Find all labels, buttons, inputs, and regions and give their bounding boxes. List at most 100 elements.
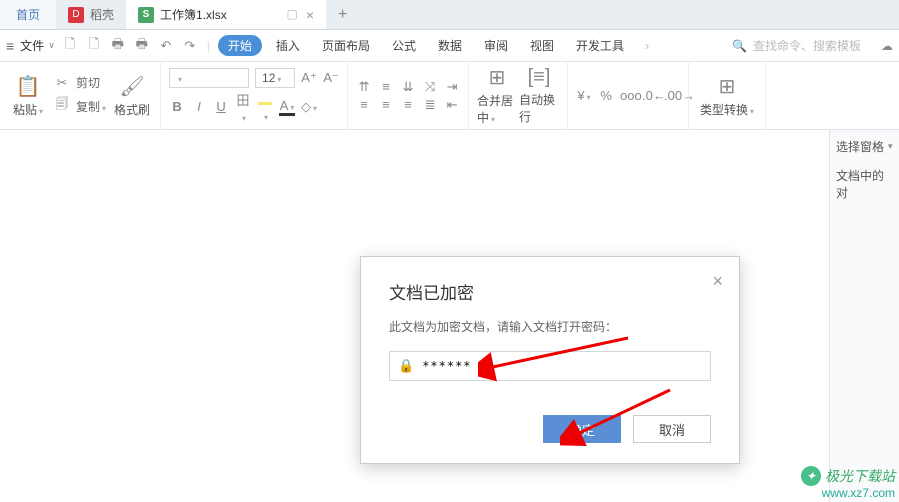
strikethrough-icon[interactable]: 田 [235, 90, 251, 124]
underline-icon[interactable]: U [213, 99, 229, 114]
copy-label: 复制 [76, 98, 106, 115]
bold-icon[interactable]: B [169, 99, 185, 114]
indent-icon[interactable]: ⇤ [444, 97, 460, 113]
search-icon: 🔍 [732, 39, 747, 53]
justify-icon[interactable]: ≣ [422, 97, 438, 113]
type-convert-button[interactable]: ⊞ 类型转换 [697, 74, 757, 118]
tab-close-icon[interactable]: × [306, 7, 314, 23]
merge-center-button[interactable]: ⊞ 合并居中 [477, 65, 517, 126]
font-size-select[interactable]: 12 [255, 68, 295, 88]
password-input[interactable] [422, 359, 702, 373]
docer-icon: D [68, 7, 84, 23]
search-placeholder: 查找命令、搜索模板 [753, 37, 861, 54]
quick-toolbar: ≡ 文件 ∨ 🗋 🗋 🖶 🖶 ↶ ↷ | 开始 插入 页面布局 公式 数据 审阅… [0, 30, 899, 62]
ribbon-tab-data[interactable]: 数据 [430, 37, 470, 54]
ribbon-tab-start[interactable]: 开始 [218, 35, 262, 56]
cloud-icon[interactable]: ☁ [881, 39, 893, 53]
new-tab-button[interactable]: + [326, 6, 359, 24]
auto-wrap-button[interactable]: [≡] 自动换行 [519, 66, 559, 125]
format-painter-label: 格式刷 [114, 101, 150, 118]
ribbon-tab-view[interactable]: 视图 [522, 37, 562, 54]
alignment-group: ⇈ ≡ ⇊ ⤨ ⇥ ≡ ≡ ≡ ≣ ⇤ [348, 62, 469, 129]
save-icon[interactable]: 🗋 [61, 35, 79, 57]
ok-button[interactable]: 确定 [543, 415, 621, 443]
decrease-font-icon[interactable]: A⁻ [323, 70, 339, 86]
tab-home[interactable]: 首页 [0, 0, 56, 29]
file-menu-label: 文件 [20, 37, 44, 54]
search-box[interactable]: 🔍 查找命令、搜索模板 [732, 37, 861, 54]
cancel-button[interactable]: 取消 [633, 415, 711, 443]
tab-file-label: 工作簿1.xlsx [160, 6, 227, 23]
ribbon-tab-review[interactable]: 审阅 [476, 37, 516, 54]
format-painter-icon: 🖌 [119, 74, 144, 99]
paste-label: 粘贴 [13, 101, 43, 118]
copy-button[interactable]: 🗐 复制 [54, 95, 106, 117]
merge-group: ⊞ 合并居中 [≡] 自动换行 [469, 62, 568, 129]
ribbon-tab-insert[interactable]: 插入 [268, 37, 308, 54]
dialog-close-button[interactable]: × [712, 271, 723, 292]
currency-icon[interactable]: ¥ [576, 88, 592, 103]
password-dialog: × 文档已加密 此文档为加密文档，请输入文档打开密码： 🔒 确定 取消 [360, 256, 740, 464]
watermark-url: www.xz7.com [801, 486, 895, 500]
clipboard-group: 📋 粘贴 ✂ 剪切 🗐 复制 🖌 格式刷 [0, 62, 161, 129]
increase-decimal-icon[interactable]: .00→ [664, 88, 680, 103]
align-top-icon[interactable]: ⇈ [356, 79, 372, 95]
format-painter-button[interactable]: 🖌 格式刷 [112, 74, 152, 118]
side-panel: 选择窗格 ▾ 文档中的对 [829, 130, 899, 502]
convert-label: 类型转换 [700, 101, 754, 118]
comma-icon[interactable]: ooo [620, 88, 636, 103]
redo-icon[interactable]: ↷ [181, 38, 199, 54]
font-color-icon[interactable]: A [279, 98, 295, 116]
watermark: ✦ 极光下载站 www.xz7.com [801, 466, 895, 500]
align-left-icon[interactable]: ≡ [356, 97, 372, 112]
font-family-select[interactable] [169, 68, 249, 88]
tab-docer[interactable]: D 稻壳 [56, 0, 126, 29]
align-right-icon[interactable]: ≡ [400, 97, 416, 112]
merge-icon: ⊞ [489, 65, 506, 90]
dialog-buttons: 确定 取消 [389, 415, 711, 443]
ribbon-tab-layout[interactable]: 页面布局 [314, 37, 378, 54]
paste-button[interactable]: 📋 粘贴 [8, 74, 48, 118]
align-bottom-icon[interactable]: ⇊ [400, 79, 416, 95]
hamburger-icon[interactable]: ≡ [6, 38, 14, 54]
fill-color-icon[interactable] [257, 91, 273, 123]
merge-label: 合并居中 [477, 92, 517, 126]
clear-format-icon[interactable]: ◇ [301, 99, 317, 115]
tab-active-file[interactable]: S 工作簿1.xlsx ▢ × [126, 0, 326, 29]
tab-window-icon[interactable]: ▢ [286, 7, 297, 23]
copy-icon: 🗐 [54, 95, 70, 117]
save-as-icon[interactable]: 🗋 [85, 35, 103, 57]
cut-label: 剪切 [76, 74, 100, 91]
font-group: 12 A⁺ A⁻ B I U 田 A ◇ [161, 62, 348, 129]
xlsx-icon: S [138, 7, 154, 23]
dialog-title: 文档已加密 [389, 279, 711, 304]
italic-icon[interactable]: I [191, 99, 207, 114]
dialog-message: 此文档为加密文档，请输入文档打开密码： [389, 318, 711, 335]
type-convert-group: ⊞ 类型转换 [689, 62, 766, 129]
decrease-decimal-icon[interactable]: .0← [642, 88, 658, 103]
cut-button[interactable]: ✂ 剪切 [54, 74, 106, 91]
orientation-icon[interactable]: ⤨ [422, 79, 438, 95]
password-field-wrapper: 🔒 [389, 351, 711, 381]
print-icon[interactable]: 🖶 [109, 35, 127, 57]
ribbon-tab-dev[interactable]: 开发工具 [568, 37, 632, 54]
file-menu[interactable]: 文件 ∨ [20, 37, 55, 54]
ribbon-more-icon[interactable]: › [638, 38, 656, 53]
percent-icon[interactable]: % [598, 88, 614, 103]
align-middle-icon[interactable]: ≡ [378, 79, 394, 94]
watermark-logo: ✦ [801, 466, 821, 486]
select-pane-label: 选择窗格 [836, 138, 884, 155]
print-preview-icon[interactable]: 🖶 [133, 35, 151, 57]
align-center-icon[interactable]: ≡ [378, 97, 394, 112]
separator: | [207, 39, 210, 53]
watermark-name: 极光下载站 [825, 466, 895, 486]
wrap-icon[interactable]: ⇥ [444, 79, 460, 95]
wrap-label: 自动换行 [519, 91, 559, 125]
paste-icon: 📋 [16, 74, 41, 99]
increase-font-icon[interactable]: A⁺ [301, 70, 317, 86]
ribbon-tab-formula[interactable]: 公式 [384, 37, 424, 54]
undo-icon[interactable]: ↶ [157, 38, 175, 54]
select-pane-title[interactable]: 选择窗格 ▾ [836, 138, 893, 155]
scissors-icon: ✂ [54, 75, 70, 91]
doc-objects-label: 文档中的对 [836, 167, 893, 201]
